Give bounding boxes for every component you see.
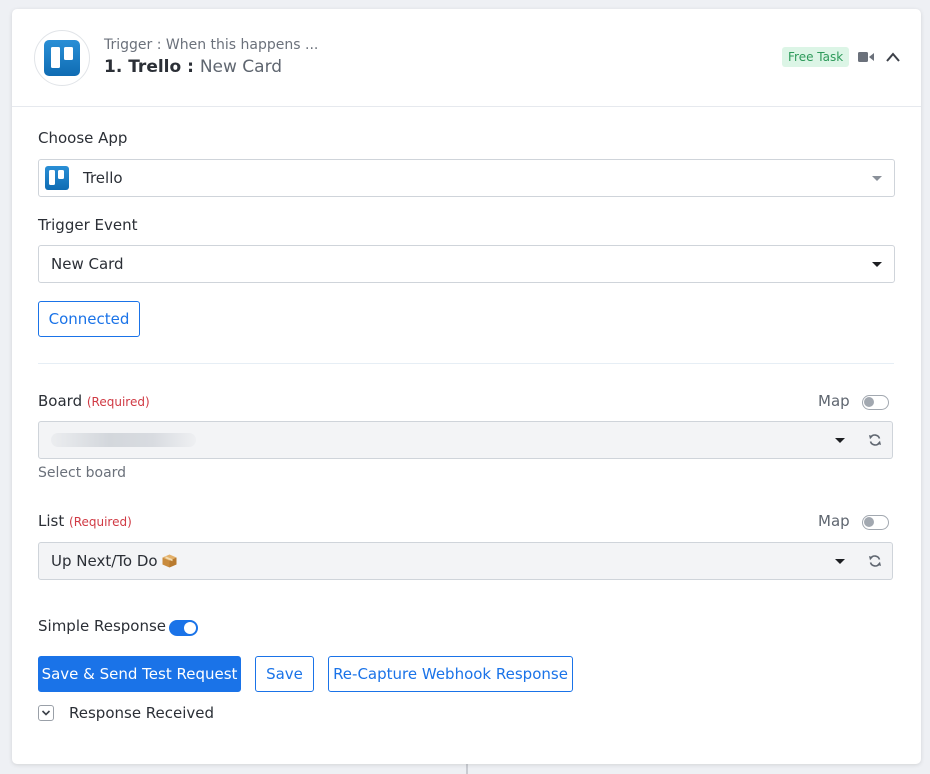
connected-button[interactable]: Connected bbox=[38, 301, 140, 337]
save-send-test-button[interactable]: Save & Send Test Request bbox=[38, 656, 241, 692]
board-map-label: Map bbox=[818, 392, 850, 410]
step-header[interactable]: Trigger : When this happens ... 1. Trell… bbox=[12, 9, 921, 107]
section-divider bbox=[38, 363, 894, 364]
board-required: (Required) bbox=[86, 395, 150, 409]
list-required: (Required) bbox=[69, 515, 132, 529]
video-icon[interactable] bbox=[858, 50, 874, 64]
chevron-down-icon bbox=[41, 710, 51, 716]
caret-down-icon bbox=[835, 559, 845, 564]
trigger-event-label: Trigger Event bbox=[38, 216, 138, 234]
app-logo bbox=[34, 30, 90, 86]
choose-app-label: Choose App bbox=[38, 129, 128, 147]
trello-logo-icon bbox=[44, 40, 80, 76]
trello-logo-icon bbox=[45, 166, 69, 190]
board-value-redacted bbox=[51, 433, 196, 447]
save-button[interactable]: Save bbox=[255, 656, 314, 692]
step-app-name: 1. Trello : bbox=[104, 57, 194, 77]
recapture-webhook-button[interactable]: Re-Capture Webhook Response bbox=[328, 656, 573, 692]
list-label-text: List bbox=[38, 512, 65, 530]
refresh-icon bbox=[868, 555, 881, 567]
simple-response-toggle[interactable] bbox=[169, 620, 198, 636]
board-select[interactable] bbox=[38, 421, 858, 459]
list-label: List (Required) bbox=[38, 512, 132, 530]
chevron-up-icon[interactable] bbox=[885, 50, 901, 64]
choose-app-select[interactable]: Trello bbox=[38, 159, 895, 197]
trigger-event-value: New Card bbox=[51, 255, 124, 273]
caret-down-icon bbox=[872, 262, 882, 267]
board-help-text: Select board bbox=[38, 465, 127, 481]
step-title: 1. Trello : New Card bbox=[104, 57, 282, 77]
board-refresh-button[interactable] bbox=[857, 421, 893, 459]
trigger-event-select[interactable]: New Card bbox=[38, 245, 895, 283]
list-map-toggle[interactable] bbox=[862, 515, 889, 530]
caret-down-icon bbox=[872, 176, 882, 181]
board-label-text: Board bbox=[38, 392, 83, 410]
choose-app-value: Trello bbox=[83, 169, 123, 187]
free-task-badge: Free Task bbox=[782, 47, 850, 67]
list-refresh-button[interactable] bbox=[857, 542, 893, 580]
list-map-label: Map bbox=[818, 512, 850, 530]
simple-response-label: Simple Response bbox=[38, 617, 167, 635]
board-label: Board (Required) bbox=[38, 392, 150, 410]
list-select[interactable]: Up Next/To Do bbox=[38, 542, 858, 580]
package-icon bbox=[162, 554, 177, 568]
trigger-step-card: Trigger : When this happens ... 1. Trell… bbox=[12, 9, 921, 764]
board-map-toggle[interactable] bbox=[862, 395, 889, 410]
step-event-name: New Card bbox=[199, 57, 283, 77]
response-expand-toggle[interactable] bbox=[38, 705, 54, 721]
caret-down-icon bbox=[835, 438, 845, 443]
step-subtitle: Trigger : When this happens ... bbox=[104, 37, 319, 53]
refresh-icon bbox=[868, 434, 881, 446]
response-received-label: Response Received bbox=[69, 704, 215, 722]
list-value: Up Next/To Do bbox=[51, 552, 158, 570]
